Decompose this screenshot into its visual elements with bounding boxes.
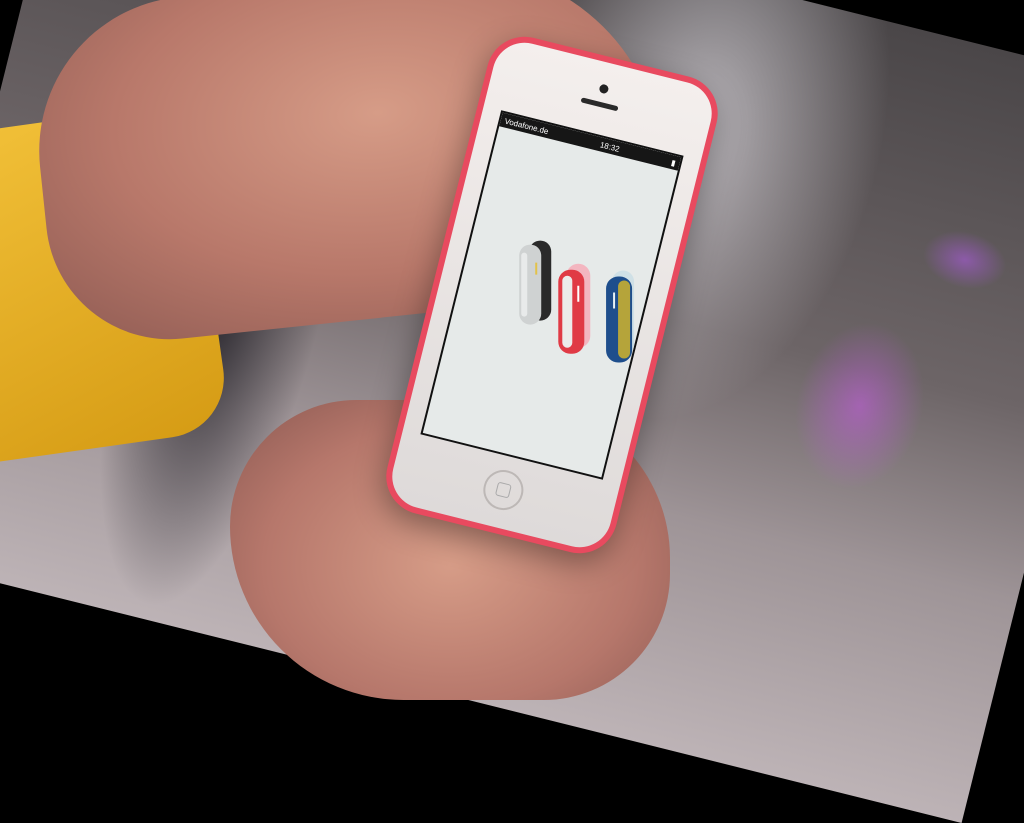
front-camera-icon [598, 83, 610, 95]
home-button[interactable] [479, 465, 528, 515]
battery-icon: ▮ [670, 157, 677, 168]
earpiece-icon [580, 97, 619, 112]
speaker-white-black [519, 240, 552, 325]
speaker-blue-yellow [606, 270, 635, 363]
speaker-red-white [558, 263, 591, 354]
home-square-icon [494, 481, 512, 499]
